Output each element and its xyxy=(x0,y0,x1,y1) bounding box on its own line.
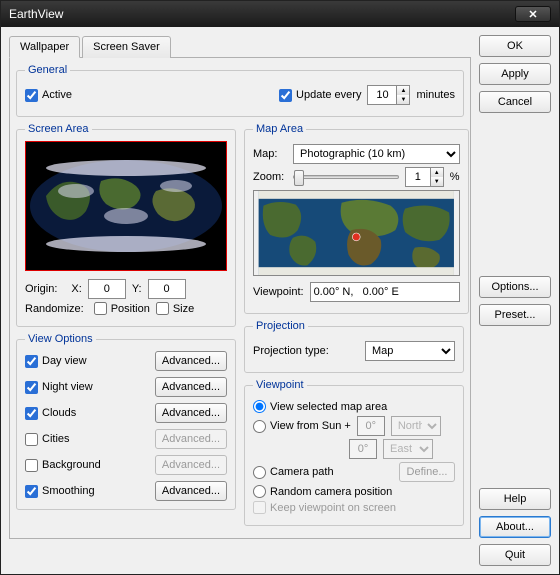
preset-button[interactable]: Preset... xyxy=(479,304,551,326)
tab-strip: Wallpaper Screen Saver xyxy=(9,35,471,58)
cities-checkbox[interactable] xyxy=(25,433,38,446)
quit-button[interactable]: Quit xyxy=(479,544,551,566)
screen-area-preview[interactable] xyxy=(25,141,227,271)
day-view-label[interactable]: Day view xyxy=(25,355,147,368)
update-every-label[interactable]: Update every xyxy=(279,89,361,102)
clouds-label[interactable]: Clouds xyxy=(25,407,147,420)
ok-button[interactable]: OK xyxy=(479,35,551,57)
map-area-preview[interactable] xyxy=(253,190,460,276)
window-title: EarthView xyxy=(9,7,515,21)
day-view-checkbox[interactable] xyxy=(25,355,38,368)
zoom-spinner[interactable]: ▲▼ xyxy=(431,167,444,187)
projection-type-select[interactable]: Map xyxy=(365,341,455,361)
randomize-size-checkbox[interactable] xyxy=(156,302,169,315)
day-advanced-button[interactable]: Advanced... xyxy=(155,351,227,371)
active-checkbox[interactable] xyxy=(25,89,38,102)
view-selected-radio-label[interactable]: View selected map area xyxy=(253,400,387,413)
origin-label: Origin: xyxy=(25,283,57,295)
update-minutes-input[interactable] xyxy=(367,85,397,105)
camera-path-radio[interactable] xyxy=(253,466,266,479)
smoothing-checkbox[interactable] xyxy=(25,485,38,498)
minutes-label: minutes xyxy=(416,89,455,101)
view-from-sun-radio[interactable] xyxy=(253,420,266,433)
smoothing-advanced-button[interactable]: Advanced... xyxy=(155,481,227,501)
randomize-label: Randomize: xyxy=(25,303,84,315)
zoom-slider[interactable] xyxy=(293,175,399,179)
zoom-slider-thumb[interactable] xyxy=(294,170,304,186)
sun-dir2-select: East xyxy=(383,439,433,459)
sun-deg2-input xyxy=(349,439,377,459)
background-advanced-button: Advanced... xyxy=(155,455,227,475)
projection-type-label: Projection type: xyxy=(253,345,329,357)
origin-y-input[interactable] xyxy=(148,279,186,299)
randomize-position-label[interactable]: Position xyxy=(94,302,150,315)
randomize-position-checkbox[interactable] xyxy=(94,302,107,315)
cities-label[interactable]: Cities xyxy=(25,433,147,446)
x-label: X: xyxy=(71,283,81,295)
projection-legend: Projection xyxy=(253,320,308,332)
random-camera-radio[interactable] xyxy=(253,485,266,498)
clouds-advanced-button[interactable]: Advanced... xyxy=(155,403,227,423)
help-button[interactable]: Help xyxy=(479,488,551,510)
keep-viewpoint-label: Keep viewpoint on screen xyxy=(253,501,396,514)
viewpoint-label: Viewpoint: xyxy=(253,286,304,298)
clouds-checkbox[interactable] xyxy=(25,407,38,420)
sun-dir1-select: North xyxy=(391,416,441,436)
screen-area-legend: Screen Area xyxy=(25,123,92,135)
update-spinner[interactable]: ▲▼ xyxy=(397,85,410,105)
tab-screensaver[interactable]: Screen Saver xyxy=(82,36,171,58)
update-every-checkbox[interactable] xyxy=(279,89,292,102)
sun-deg1-input xyxy=(357,416,385,436)
view-options-group: View Options Day view Advanced... Night … xyxy=(16,333,236,510)
earthview-window: EarthView ✕ Wallpaper Screen Saver Gener… xyxy=(0,0,560,575)
view-selected-radio[interactable] xyxy=(253,400,266,413)
y-label: Y: xyxy=(132,283,142,295)
titlebar: EarthView ✕ xyxy=(1,1,559,27)
earth-icon xyxy=(26,156,226,256)
night-view-checkbox[interactable] xyxy=(25,381,38,394)
map-label: Map: xyxy=(253,148,287,160)
zoom-input[interactable] xyxy=(405,167,431,187)
viewpoint-group: Viewpoint View selected map area View fr… xyxy=(244,379,464,526)
about-button[interactable]: About... xyxy=(479,516,551,538)
randomize-size-label[interactable]: Size xyxy=(156,302,194,315)
projection-group: Projection Projection type: Map xyxy=(244,320,464,373)
right-button-column: OK Apply Cancel Options... Preset... Hel… xyxy=(479,35,551,566)
cancel-button[interactable]: Cancel xyxy=(479,91,551,113)
define-button: Define... xyxy=(399,462,455,482)
options-button[interactable]: Options... xyxy=(479,276,551,298)
active-checkbox-label[interactable]: Active xyxy=(25,89,273,102)
tab-wallpaper[interactable]: Wallpaper xyxy=(9,36,80,58)
keep-viewpoint-checkbox xyxy=(253,501,266,514)
map-area-group: Map Area Map: Photographic (10 km) Zoom: xyxy=(244,123,469,314)
screen-area-group: Screen Area xyxy=(16,123,236,327)
viewpoint-input[interactable] xyxy=(310,282,460,302)
pct-label: % xyxy=(450,171,460,183)
view-options-legend: View Options xyxy=(25,333,96,345)
camera-path-radio-label[interactable]: Camera path xyxy=(253,466,393,479)
view-from-sun-radio-label[interactable]: View from Sun + xyxy=(253,420,351,433)
viewpoint-legend: Viewpoint xyxy=(253,379,307,391)
zoom-label: Zoom: xyxy=(253,171,287,183)
map-area-legend: Map Area xyxy=(253,123,306,135)
night-advanced-button[interactable]: Advanced... xyxy=(155,377,227,397)
background-checkbox[interactable] xyxy=(25,459,38,472)
random-camera-radio-label[interactable]: Random camera position xyxy=(253,485,392,498)
origin-x-input[interactable] xyxy=(88,279,126,299)
background-label[interactable]: Background xyxy=(25,459,147,472)
night-view-label[interactable]: Night view xyxy=(25,381,147,394)
map-select[interactable]: Photographic (10 km) xyxy=(293,144,460,164)
general-legend: General xyxy=(25,64,70,76)
apply-button[interactable]: Apply xyxy=(479,63,551,85)
world-map-icon xyxy=(254,191,459,275)
tab-panel-wallpaper: General Active Update every ▲▼ xyxy=(9,58,471,539)
cities-advanced-button: Advanced... xyxy=(155,429,227,449)
close-button[interactable]: ✕ xyxy=(515,6,551,22)
smoothing-label[interactable]: Smoothing xyxy=(25,485,147,498)
general-group: General Active Update every ▲▼ xyxy=(16,64,464,117)
